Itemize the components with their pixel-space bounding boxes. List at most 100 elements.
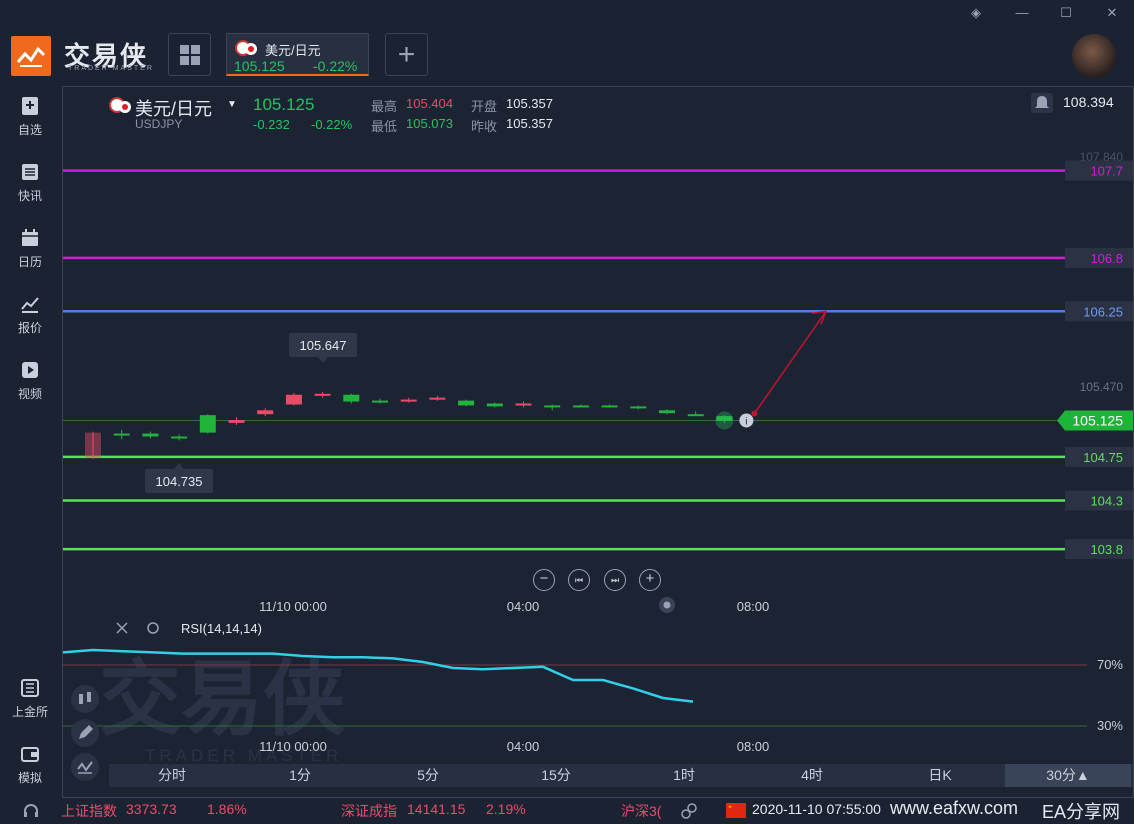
index1-name[interactable]: 上证指数 <box>61 801 117 821</box>
projection-start-dot <box>751 410 758 417</box>
index2-name[interactable]: 深证成指 <box>341 801 397 821</box>
sidebar-item-quotes[interactable]: 报价 <box>0 294 60 354</box>
rsi-close-icon <box>116 622 128 634</box>
sidebar: 自选 快讯 日历 报价 视频 上金所 模拟 <box>0 86 60 798</box>
sidebar-item-label: 模拟 <box>17 771 42 785</box>
candle-body <box>659 410 675 414</box>
candle-body <box>458 400 475 406</box>
site-url: www.eafxw.com <box>890 798 1019 818</box>
maximize-icon: ☐ <box>1060 5 1072 20</box>
skip-back-icon: ⏮ <box>574 575 584 585</box>
level-label: 106.25 <box>1083 304 1123 319</box>
info-icon-glyph: i <box>745 416 747 427</box>
candle-body <box>257 410 274 415</box>
timeframe-5[interactable]: 4时 <box>749 764 875 787</box>
timeframe-3[interactable]: 15分 <box>493 764 619 787</box>
index3-name[interactable]: 沪深3( <box>621 801 661 821</box>
time-tick-label: 04:00 <box>507 599 540 614</box>
app-window: 交易侠 TRADER MASTER 美元/日元 105.125 -0.22% +… <box>0 0 1134 824</box>
title-bar: 交易侠 TRADER MASTER 美元/日元 105.125 -0.22% +… <box>0 0 1134 86</box>
skin-button[interactable]: ◈ <box>966 4 986 22</box>
index1-pct: 1.86% <box>207 801 247 817</box>
indicator-button[interactable] <box>71 753 99 781</box>
candle-body <box>142 433 159 437</box>
draw-tool-button[interactable] <box>71 719 99 747</box>
time-tick-label: 08:00 <box>737 599 770 614</box>
price-chart[interactable]: 交易侠TRADER MASTER107.840105.470107.7106.8… <box>63 87 1133 797</box>
video-icon <box>22 362 38 378</box>
sidebar-item-video[interactable]: 视频 <box>0 360 60 420</box>
timeframe-0[interactable]: 分时 <box>109 764 235 787</box>
candle-body <box>85 432 101 458</box>
candle-body <box>630 406 647 409</box>
link-icon[interactable] <box>680 802 698 820</box>
timeframe-7[interactable]: 30分▲ <box>1005 764 1131 787</box>
layers-icon: ◈ <box>971 5 981 20</box>
candle-body <box>372 400 388 403</box>
sidebar-item-news[interactable]: 快讯 <box>0 162 60 222</box>
tab-usdjpy[interactable]: 美元/日元 105.125 -0.22% <box>226 33 369 76</box>
index1-value: 3373.73 <box>126 801 177 817</box>
projection-arrow <box>753 310 827 414</box>
sidebar-item-label: 报价 <box>17 321 42 335</box>
minimize-icon: — <box>1015 5 1029 20</box>
candle-body <box>544 405 561 408</box>
pencil-icon <box>79 725 93 739</box>
timeframe-1[interactable]: 1分 <box>237 764 363 787</box>
scroll-left-button[interactable]: ⏮ <box>568 569 590 591</box>
candle-body <box>285 394 302 405</box>
candle-body <box>515 403 532 406</box>
candle-body <box>572 405 589 408</box>
close-icon: ✕ <box>1106 5 1118 20</box>
timeframe-6[interactable]: 日K <box>877 764 1003 787</box>
exchange-icon <box>21 679 39 697</box>
indicator-icon <box>77 761 93 774</box>
watermark-text: 交易侠 <box>99 654 346 745</box>
timeframe-4[interactable]: 1时 <box>621 764 747 787</box>
candle-type-button[interactable] <box>71 685 99 713</box>
live-glow <box>715 411 734 430</box>
chart-panel: 美元/日元 ▼ USDJPY 105.125 -0.232 -0.22% 最高 … <box>62 86 1134 798</box>
minimize-button[interactable]: — <box>1012 4 1032 22</box>
level-label: 104.3 <box>1090 494 1123 509</box>
user-avatar[interactable] <box>1072 34 1116 78</box>
candle-body <box>171 436 188 439</box>
level-label: 103.8 <box>1090 542 1123 557</box>
zoom-out-button[interactable]: − <box>533 569 555 591</box>
level-label: 107.7 <box>1090 164 1123 179</box>
high-marker-label: 105.647 <box>300 338 347 353</box>
rsi-time-tick-label: 11/10 00:00 <box>259 739 327 754</box>
scroll-right-button[interactable]: ⏭ <box>604 569 626 591</box>
sidebar-item-calendar[interactable]: 日历 <box>0 228 60 288</box>
plus-icon: + <box>397 37 416 71</box>
headset-icon[interactable] <box>22 802 40 820</box>
close-button[interactable]: ✕ <box>1102 4 1122 22</box>
candle-body <box>228 419 245 423</box>
candle-body <box>687 414 704 417</box>
minus-icon: − <box>539 570 549 587</box>
timeframe-2[interactable]: 5分 <box>365 764 491 787</box>
level-label: 104.75 <box>1083 450 1123 465</box>
add-tab-button[interactable]: + <box>385 33 428 76</box>
rsi-time-tick-label: 08:00 <box>737 739 770 754</box>
calendar-icon <box>22 229 38 246</box>
plus-icon: + <box>645 570 655 587</box>
zoom-in-button[interactable]: + <box>639 569 661 591</box>
site-brand: EA分享网 <box>1042 802 1121 822</box>
sidebar-item-simulate[interactable]: 模拟 <box>0 744 60 804</box>
news-icon <box>22 164 38 180</box>
maximize-button[interactable]: ☐ <box>1056 4 1076 22</box>
tab-name: 美元/日元 <box>265 43 321 58</box>
candle-body <box>429 397 446 400</box>
logo-icon <box>11 36 51 76</box>
low-marker-label: 104.735 <box>156 474 203 489</box>
sidebar-item-watchlist[interactable]: 自选 <box>0 96 60 156</box>
candle-body <box>113 433 130 436</box>
zoom-controls: − ⏮ ⏭ + <box>533 569 673 591</box>
price-tick-label: 105.470 <box>1080 380 1124 394</box>
sidebar-item-sge[interactable]: 上金所 <box>0 678 60 738</box>
cn-flag-icon <box>726 803 746 818</box>
wallet-icon <box>21 747 39 762</box>
current-price-label: 105.125 <box>1072 412 1123 428</box>
layout-grid-button[interactable] <box>168 33 211 76</box>
